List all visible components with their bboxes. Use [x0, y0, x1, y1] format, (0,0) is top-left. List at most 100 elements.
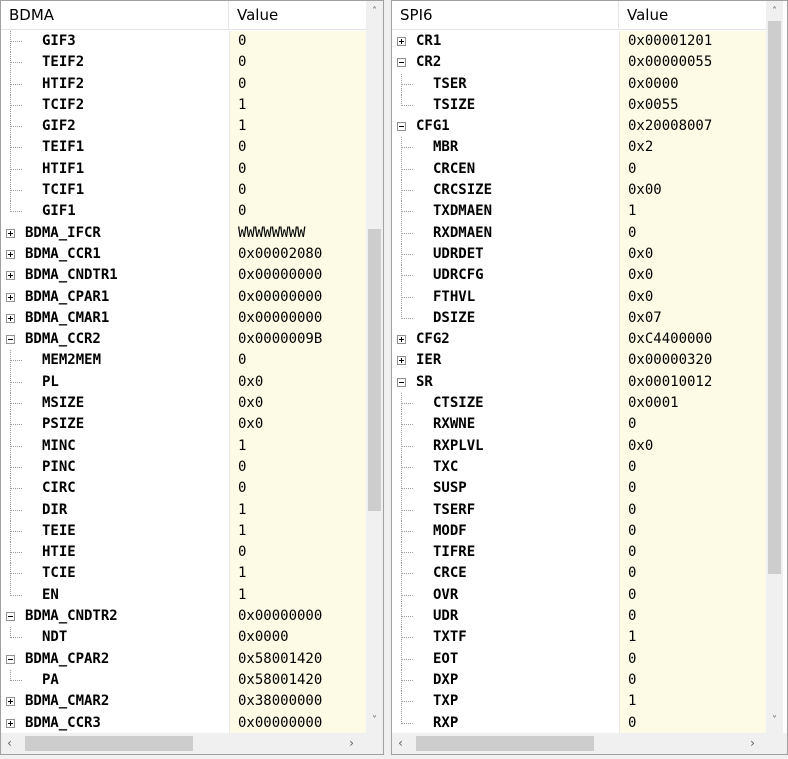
field-row[interactable]: DIR 1 [1, 499, 366, 521]
register-value[interactable]: 1 [620, 691, 766, 713]
register-value[interactable]: 0 [230, 137, 366, 159]
scroll-right-icon[interactable]: › [744, 733, 761, 754]
register-value[interactable]: 1 [230, 499, 366, 521]
register-value[interactable]: 0x0 [620, 265, 766, 287]
register-value[interactable]: 1 [230, 116, 366, 138]
register-value[interactable]: 0x0000009B [230, 329, 366, 351]
register-value[interactable]: 0x00010012 [620, 371, 766, 394]
register-row[interactable]: BDMA_CCR3 0x00000000 [1, 712, 366, 734]
register-row[interactable]: BDMA_CPAR1 0x00000000 [1, 286, 366, 308]
register-value[interactable]: 0 [230, 180, 366, 202]
expand-plus-icon[interactable] [6, 271, 15, 281]
field-row[interactable]: MEM2MEM 0 [1, 350, 366, 372]
field-row[interactable]: GIF2 1 [1, 116, 366, 138]
register-value[interactable]: 0 [230, 542, 366, 564]
register-value[interactable]: 0xC4400000 [620, 329, 766, 351]
field-row[interactable]: PA 0x58001420 [1, 669, 366, 692]
horizontal-scrollbar[interactable]: ‹ › [392, 733, 787, 754]
field-row[interactable]: FTHVL 0x0 [392, 286, 766, 308]
column-header-name[interactable]: BDMA [1, 1, 229, 29]
collapse-minus-icon[interactable] [6, 612, 15, 622]
register-value[interactable]: 0x0001 [620, 393, 766, 415]
register-value[interactable]: 0x00001201 [620, 31, 766, 53]
register-value[interactable]: 0x0000 [230, 627, 366, 649]
field-row[interactable]: TXC 0 [392, 456, 766, 479]
register-value[interactable]: 0 [620, 584, 766, 607]
expand-plus-icon[interactable] [6, 249, 15, 259]
field-row[interactable]: RXP 0 [392, 712, 766, 734]
register-value[interactable]: 1 [620, 627, 766, 649]
expand-plus-icon[interactable] [6, 697, 15, 707]
collapse-minus-icon[interactable] [397, 377, 406, 387]
field-row[interactable]: TXTF 1 [392, 627, 766, 649]
register-value[interactable]: 0 [620, 520, 766, 543]
scroll-left-icon[interactable]: ‹ [392, 733, 409, 754]
expand-plus-icon[interactable] [397, 356, 406, 366]
register-value[interactable]: 0 [230, 201, 366, 223]
scrollbar-thumb[interactable] [416, 736, 594, 751]
register-value[interactable]: 0x0 [230, 371, 366, 394]
field-row[interactable]: PINC 0 [1, 456, 366, 479]
register-value[interactable]: 0 [620, 606, 766, 628]
register-value[interactable]: 0x0000 [620, 73, 766, 95]
expand-plus-icon[interactable] [6, 292, 15, 302]
scroll-left-icon[interactable]: ‹ [1, 733, 18, 754]
register-row[interactable]: BDMA_CPAR2 0x58001420 [1, 648, 366, 670]
register-value[interactable]: 0 [230, 350, 366, 372]
register-value[interactable]: 0 [230, 478, 366, 500]
register-value[interactable]: 1 [230, 584, 366, 607]
register-row[interactable]: CFG2 0xC4400000 [392, 329, 766, 351]
scroll-down-icon[interactable]: ˅ [766, 712, 783, 729]
field-row[interactable]: TSERF 0 [392, 499, 766, 521]
register-value[interactable]: 0x38000000 [230, 691, 366, 713]
field-row[interactable]: CRCSIZE 0x00 [392, 180, 766, 202]
register-value[interactable]: 0 [620, 414, 766, 436]
field-row[interactable]: GIF3 0 [1, 31, 366, 53]
column-header-value[interactable]: Value [619, 1, 766, 29]
register-value[interactable]: 0 [620, 456, 766, 479]
scroll-right-icon[interactable]: › [343, 733, 360, 754]
field-row[interactable]: TXDMAEN 1 [392, 201, 766, 223]
field-row[interactable]: EN 1 [1, 584, 366, 607]
expand-plus-icon[interactable] [397, 335, 406, 345]
field-row[interactable]: PL 0x0 [1, 371, 366, 394]
scrollbar-thumb[interactable] [768, 21, 781, 574]
field-row[interactable]: MINC 1 [1, 435, 366, 457]
field-row[interactable]: TEIE 1 [1, 520, 366, 543]
register-row[interactable]: SR 0x00010012 [392, 371, 766, 394]
field-row[interactable]: TEIF2 0 [1, 52, 366, 74]
register-value[interactable]: 0x0 [620, 243, 766, 266]
field-row[interactable]: HTIE 0 [1, 542, 366, 564]
register-row[interactable]: BDMA_CCR1 0x00002080 [1, 243, 366, 266]
vertical-scrollbar[interactable]: ˄ ˅ [366, 1, 383, 733]
field-row[interactable]: MSIZE 0x0 [1, 393, 366, 415]
register-value[interactable]: 0x0 [230, 414, 366, 436]
collapse-minus-icon[interactable] [397, 122, 406, 132]
register-value[interactable]: 0 [620, 669, 766, 692]
field-row[interactable]: SUSP 0 [392, 478, 766, 500]
register-value[interactable]: 0 [620, 222, 766, 244]
scroll-down-icon[interactable]: ˅ [366, 712, 383, 729]
register-value[interactable]: 0 [620, 499, 766, 521]
column-header-name[interactable]: SPI6 [392, 1, 619, 29]
register-value[interactable]: 0x00000000 [230, 265, 366, 287]
register-value[interactable]: 0x00000000 [230, 606, 366, 628]
register-value[interactable]: 0 [620, 542, 766, 564]
column-header-value[interactable]: Value [229, 1, 366, 29]
field-row[interactable]: CRCEN 0 [392, 158, 766, 181]
register-value[interactable]: 0 [230, 52, 366, 74]
field-row[interactable]: CRCE 0 [392, 563, 766, 585]
register-value[interactable]: 0 [620, 712, 766, 734]
field-row[interactable]: UDRDET 0x0 [392, 243, 766, 266]
register-value[interactable]: 0 [230, 456, 366, 479]
field-row[interactable]: CIRC 0 [1, 478, 366, 500]
expand-plus-icon[interactable] [6, 228, 15, 238]
register-value[interactable]: 0 [620, 478, 766, 500]
register-row[interactable]: CFG1 0x20008007 [392, 116, 766, 138]
register-row[interactable]: BDMA_IFCR WWWWWWWW [1, 222, 366, 244]
field-row[interactable]: TEIF1 0 [1, 137, 366, 159]
horizontal-scrollbar[interactable]: ‹ › [1, 733, 383, 754]
field-row[interactable]: RXWNE 0 [392, 414, 766, 436]
register-row[interactable]: BDMA_CMAR1 0x00000000 [1, 307, 366, 330]
field-row[interactable]: RXDMAEN 0 [392, 222, 766, 244]
